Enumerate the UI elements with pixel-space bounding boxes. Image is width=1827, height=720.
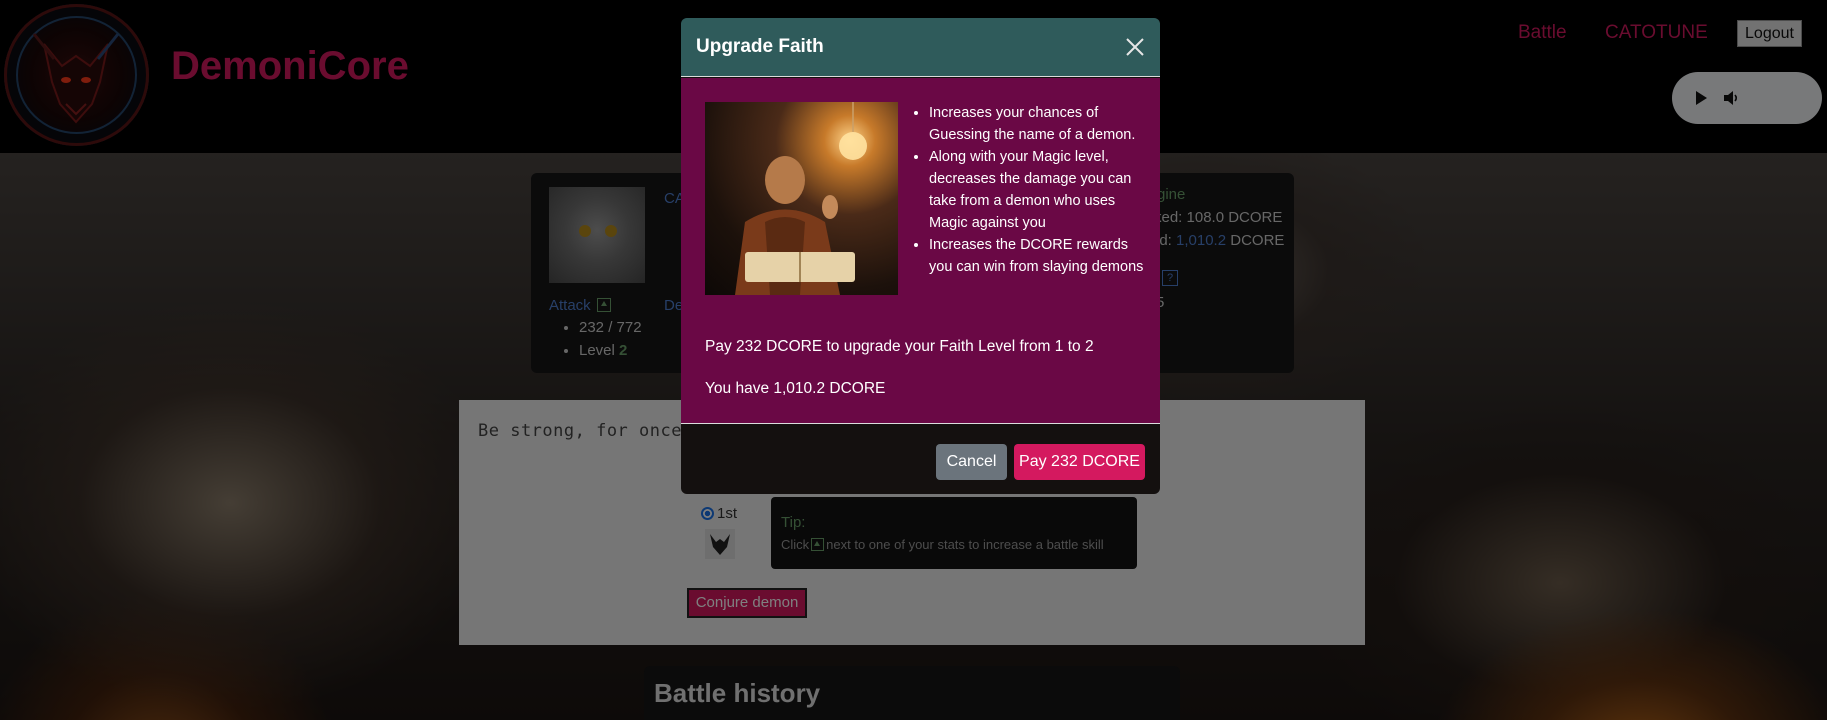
- faith-illustration: [705, 102, 898, 295]
- benefit-item: Along with your Magic level, decreases t…: [929, 146, 1154, 234]
- faith-benefits-list: Increases your chances of Guessing the n…: [899, 102, 1154, 278]
- balance-text: You have 1,010.2 DCORE: [705, 380, 886, 397]
- pay-button[interactable]: Pay 232 DCORE: [1014, 444, 1145, 480]
- modal-title: Upgrade Faith: [696, 36, 824, 57]
- close-icon[interactable]: [1124, 36, 1146, 58]
- upgrade-cost-text: Pay 232 DCORE to upgrade your Faith Leve…: [705, 338, 1094, 355]
- benefit-item: Increases the DCORE rewards you can win …: [929, 234, 1154, 278]
- modal-header: Upgrade Faith: [681, 18, 1160, 77]
- cancel-button[interactable]: Cancel: [936, 444, 1007, 480]
- benefit-item: Increases your chances of Guessing the n…: [929, 102, 1154, 146]
- upgrade-faith-modal: Upgrade Faith Increases your chances of …: [681, 18, 1160, 494]
- modal-body: Increases your chances of Guessing the n…: [681, 78, 1160, 424]
